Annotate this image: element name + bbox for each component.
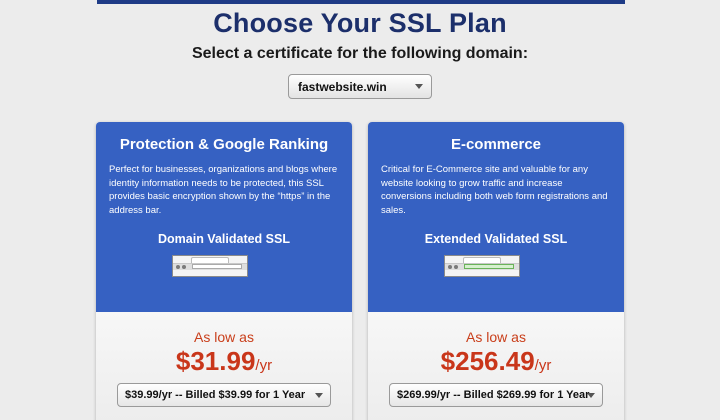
- top-accent-bar: [97, 0, 625, 4]
- chevron-down-icon: [315, 393, 323, 398]
- billing-select[interactable]: $269.99/yr -- Billed $269.99 for 1 Year: [389, 383, 603, 407]
- price-amount: $31.99: [175, 346, 256, 376]
- page-subtitle: Select a certificate for the following d…: [191, 45, 529, 62]
- plan-description: Critical for E-Commerce site and valuabl…: [381, 164, 608, 216]
- plan-price: $256.49/yr: [368, 346, 624, 377]
- plan-description: Perfect for businesses, organizations an…: [109, 164, 338, 216]
- page-title: Choose Your SSL Plan: [213, 8, 507, 38]
- billing-select-value: $269.99/yr -- Billed $269.99 for 1 Year: [397, 389, 590, 401]
- plan-card-header: E-commerce Critical for E-Commerce site …: [368, 122, 624, 312]
- address-field-icon: [192, 264, 242, 269]
- chevron-down-icon: [587, 393, 595, 398]
- plan-title: Protection & Google Ranking: [119, 136, 329, 153]
- plan-card-domain-validated: Protection & Google Ranking Perfect for …: [96, 122, 352, 420]
- billing-select-value: $39.99/yr -- Billed $39.99 for 1 Year: [125, 389, 306, 401]
- price-amount: $256.49: [440, 346, 535, 376]
- browser-green-address-bar-icon: [444, 255, 520, 277]
- plan-card-extended-validated: E-commerce Critical for E-Commerce site …: [368, 122, 624, 420]
- chevron-down-icon: [415, 84, 423, 89]
- plan-price: $31.99/yr: [96, 346, 352, 377]
- domain-select[interactable]: fastwebsite.win: [288, 74, 432, 99]
- browser-address-bar-icon: [172, 255, 248, 277]
- price-period: /yr: [534, 357, 552, 374]
- billing-select[interactable]: $39.99/yr -- Billed $39.99 for 1 Year: [117, 383, 331, 407]
- green-address-field-icon: [464, 264, 514, 269]
- certificate-name: Domain Validated SSL: [158, 232, 290, 246]
- plan-title: E-commerce: [450, 136, 542, 153]
- price-period: /yr: [255, 357, 273, 374]
- as-low-as-label: As low as: [194, 329, 254, 345]
- plan-card-header: Protection & Google Ranking Perfect for …: [96, 122, 352, 312]
- domain-select-value: fastwebsite.win: [298, 80, 387, 94]
- as-low-as-label: As low as: [466, 329, 526, 345]
- certificate-name: Extended Validated SSL: [424, 232, 568, 246]
